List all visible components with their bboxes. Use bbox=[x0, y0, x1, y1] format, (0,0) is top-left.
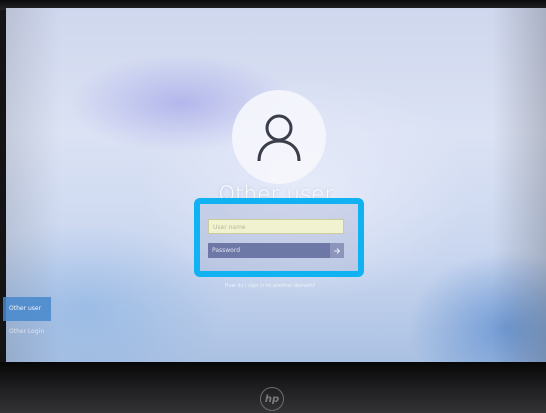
username-field[interactable]: User name bbox=[208, 219, 344, 234]
lock-screen: Other user bbox=[6, 8, 546, 366]
sidebar-item-other-login[interactable]: Other Login bbox=[3, 326, 51, 338]
submit-button[interactable] bbox=[330, 243, 344, 258]
user-icon bbox=[257, 114, 301, 162]
arrow-right-icon bbox=[334, 247, 341, 254]
hp-logo: hp bbox=[260, 387, 284, 411]
password-field[interactable]: Password bbox=[208, 243, 330, 258]
highlight-box bbox=[194, 198, 364, 277]
user-avatar bbox=[232, 90, 326, 184]
other-domain-help-link[interactable]: How do I sign in to another domain? bbox=[0, 283, 540, 289]
sidebar-item-other-user[interactable]: Other user bbox=[3, 297, 51, 321]
